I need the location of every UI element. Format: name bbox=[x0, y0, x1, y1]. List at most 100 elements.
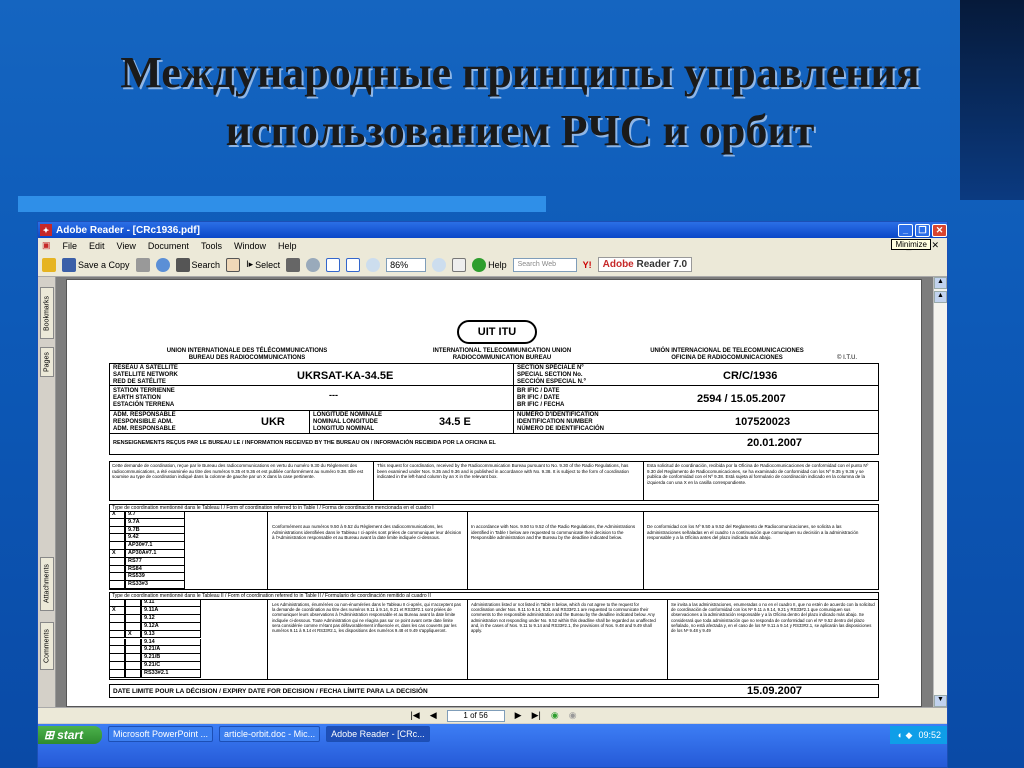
org-en: INTERNATIONAL TELECOMMUNICATION UNION RAD… bbox=[432, 348, 572, 361]
table-row: 9.12A bbox=[109, 622, 201, 631]
doc-close-button[interactable]: ✕ bbox=[931, 240, 939, 251]
menu-tools[interactable]: Tools bbox=[201, 241, 222, 251]
table-row: 9.21/C bbox=[109, 662, 201, 671]
fit-width-icon[interactable] bbox=[346, 257, 361, 272]
menubar: ▣ File Edit View Document Tools Window H… bbox=[38, 238, 947, 253]
table-row: X 9.11A bbox=[109, 606, 201, 615]
table1-es: De conformidad con los Nº 9.50 a 9.52 de… bbox=[647, 524, 859, 540]
checkbox-cell bbox=[125, 662, 141, 671]
binoculars-icon bbox=[175, 257, 190, 272]
zoom-level-field[interactable]: 86% bbox=[386, 257, 427, 272]
vertical-scrollbar[interactable]: ▲ ▲ ▼ bbox=[933, 277, 947, 707]
file-doc-icon: ▣ bbox=[42, 240, 51, 250]
next-page-icon[interactable]: ▶ bbox=[515, 710, 522, 721]
save-copy-label: Save a Copy bbox=[78, 259, 130, 270]
help-button[interactable]: Help bbox=[472, 257, 507, 272]
table-row: RS84 bbox=[109, 565, 185, 574]
checkbox-cell: X bbox=[125, 630, 141, 639]
task-word[interactable]: article-orbit.doc - Mic... bbox=[219, 726, 321, 742]
copyright: © I.T.U. bbox=[837, 355, 858, 361]
open-folder-icon[interactable] bbox=[42, 257, 56, 272]
pages-menu-icon[interactable] bbox=[452, 257, 467, 272]
snapshot-icon[interactable] bbox=[286, 257, 301, 272]
menu-document[interactable]: Document bbox=[148, 241, 189, 251]
table-row: 9.12 bbox=[109, 614, 201, 623]
received-value: 20.01.2007 bbox=[747, 437, 803, 449]
window-titlebar: ✦ Adobe Reader - [CRc1936.pdf] _ ❐ ✕ bbox=[38, 222, 947, 238]
restore-button[interactable]: ❐ bbox=[915, 223, 930, 237]
select-tool-button[interactable]: I▸ Select bbox=[246, 259, 280, 270]
provision-label: RS33#2.1 bbox=[141, 670, 201, 678]
checkbox-cell: X bbox=[109, 550, 125, 558]
menu-view[interactable]: View bbox=[117, 241, 136, 251]
print-icon[interactable] bbox=[135, 257, 150, 272]
page-number-field[interactable]: 1 of 56 bbox=[446, 709, 505, 722]
checkbox-cell bbox=[109, 638, 125, 647]
checkbox-cell bbox=[109, 630, 125, 639]
zoom-plus-icon[interactable] bbox=[432, 257, 447, 272]
provision-label: RS33#3 bbox=[125, 581, 185, 589]
menu-window[interactable]: Window bbox=[234, 241, 266, 251]
table-row: 9.21/B bbox=[109, 654, 201, 663]
pdf-page: UIT ITU UNION INTERNATIONALE DES TÉLÉCOM… bbox=[66, 279, 922, 707]
checkbox-cell bbox=[125, 670, 141, 678]
zoom-in-icon[interactable] bbox=[306, 257, 321, 272]
adm-label: ADM. RESPONSABLE RESPONSIBLE ADM. ADM. R… bbox=[113, 412, 176, 432]
menu-file[interactable]: File bbox=[63, 241, 78, 251]
scroll-down-arrow[interactable]: ▼ bbox=[934, 695, 947, 707]
hand-tool-icon[interactable] bbox=[226, 257, 241, 272]
scroll-page-up[interactable]: ▲ bbox=[934, 291, 947, 303]
provision-label: RS84 bbox=[125, 565, 185, 574]
deadline-value: 15.09.2007 bbox=[747, 685, 803, 697]
section-value: CR/C/1936 bbox=[723, 370, 778, 382]
checkbox-cell: X bbox=[109, 606, 125, 615]
provision-label: 9.11 bbox=[141, 599, 201, 607]
last-page-icon[interactable]: ▶| bbox=[532, 710, 541, 721]
menu-help[interactable]: Help bbox=[278, 241, 297, 251]
checkbox-cell bbox=[109, 534, 125, 543]
section-label: SECTION SPÉCIALE Nº SPECIAL SECTION No. … bbox=[517, 365, 586, 385]
close-button[interactable]: ✕ bbox=[932, 223, 947, 237]
back-icon[interactable]: ◉ bbox=[551, 710, 559, 721]
table-row: RS539 bbox=[109, 573, 185, 582]
provision-label: 9.42 bbox=[125, 534, 185, 543]
menu-edit[interactable]: Edit bbox=[89, 241, 105, 251]
table-row: 9.11 bbox=[109, 599, 201, 607]
table-row: RS33#2.1 bbox=[109, 670, 201, 678]
checkbox-cell bbox=[109, 599, 125, 607]
task-adobe-reader[interactable]: Adobe Reader - [CRc... bbox=[326, 726, 430, 742]
task-powerpoint[interactable]: Microsoft PowerPoint ... bbox=[108, 726, 214, 742]
provision-label: 9.14 bbox=[141, 638, 201, 647]
search-web-input[interactable]: Search Web bbox=[512, 257, 577, 272]
zoom-out-icon[interactable] bbox=[366, 257, 381, 272]
provision-label: AP30A#7.1 bbox=[125, 550, 185, 558]
email-icon[interactable] bbox=[155, 257, 170, 272]
help-label: Help bbox=[488, 259, 507, 270]
forward-icon[interactable]: ◉ bbox=[569, 710, 577, 721]
table1-box bbox=[109, 504, 879, 590]
select-label: Select bbox=[255, 259, 281, 270]
table1-en: In accordance with Nos. 9.50 to 9.52 of … bbox=[471, 524, 636, 540]
tab-bookmarks[interactable]: Bookmarks bbox=[40, 287, 54, 339]
provision-label: AP30#7.1 bbox=[125, 542, 185, 550]
checkbox-cell bbox=[125, 646, 141, 655]
search-button[interactable]: Search bbox=[175, 257, 220, 272]
tab-pages[interactable]: Pages bbox=[40, 347, 54, 377]
tray-icons[interactable]: ◐ ◆ bbox=[898, 730, 913, 741]
toolbar: Save a Copy Search I▸ Select 86% Help Sea… bbox=[38, 239, 947, 277]
checkbox-cell bbox=[109, 670, 125, 678]
save-copy-button[interactable]: Save a Copy bbox=[62, 257, 130, 272]
navigation-pane-tabs: Bookmarks Pages Attachments Comments bbox=[38, 277, 56, 707]
intro-en: This request for coordination, received … bbox=[377, 463, 629, 479]
tab-comments[interactable]: Comments bbox=[40, 622, 54, 670]
scroll-up-arrow[interactable]: ▲ bbox=[934, 277, 947, 289]
actual-size-icon[interactable] bbox=[326, 257, 341, 272]
provision-label: 9.21/B bbox=[141, 654, 201, 663]
first-page-icon[interactable]: |◀ bbox=[410, 710, 419, 721]
yahoo-icon[interactable]: Y! bbox=[583, 260, 592, 270]
start-button[interactable]: ⊞ start bbox=[38, 726, 102, 744]
provision-label: RS539 bbox=[125, 573, 185, 582]
minimize-button[interactable]: _ bbox=[898, 223, 913, 237]
tab-attachments[interactable]: Attachments bbox=[40, 557, 54, 611]
prev-page-icon[interactable]: ◀ bbox=[430, 710, 437, 721]
